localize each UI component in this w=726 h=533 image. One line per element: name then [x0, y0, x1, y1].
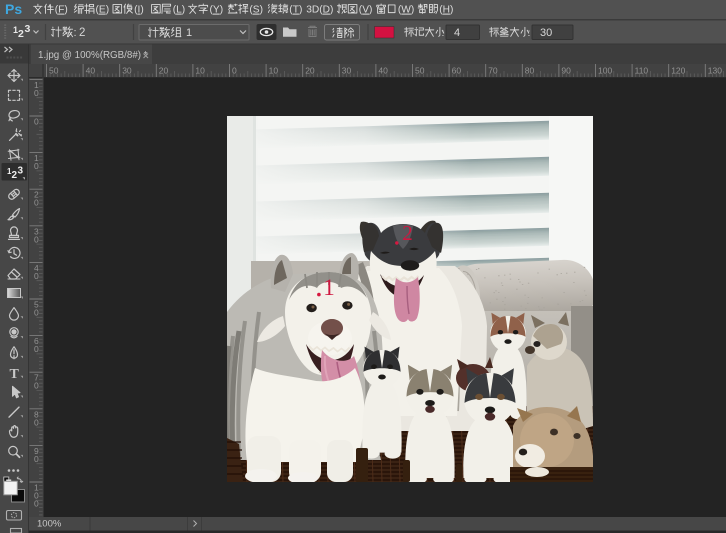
svg-text:0: 0 — [34, 344, 39, 354]
svg-text:4: 4 — [454, 27, 460, 39]
svg-text:100: 100 — [598, 66, 612, 76]
svg-text:2: 2 — [18, 28, 24, 40]
svg-text:0: 0 — [34, 117, 39, 127]
svg-text:2: 2 — [402, 221, 413, 245]
svg-text:0: 0 — [34, 161, 39, 171]
svg-text:30: 30 — [540, 27, 552, 39]
svg-text:30: 30 — [342, 66, 352, 76]
svg-text:(H): (H) — [439, 5, 453, 16]
svg-text:0: 0 — [34, 308, 39, 318]
svg-text:0: 0 — [34, 417, 39, 427]
svg-text:30: 30 — [122, 66, 132, 76]
svg-text:3: 3 — [18, 166, 24, 177]
svg-text:10: 10 — [269, 66, 279, 76]
svg-text:120: 120 — [671, 66, 685, 76]
svg-text:110: 110 — [635, 66, 649, 76]
svg-text:50: 50 — [49, 66, 59, 76]
svg-text:(Y): (Y) — [210, 5, 224, 16]
svg-text:0: 0 — [34, 271, 39, 281]
svg-text:0: 0 — [34, 381, 39, 391]
svg-text:130: 130 — [708, 66, 722, 76]
svg-text:(W): (W) — [398, 5, 414, 16]
svg-text:100%: 100% — [37, 519, 62, 530]
svg-text:3D(D): 3D(D) — [306, 5, 333, 16]
svg-text:20: 20 — [305, 66, 315, 76]
svg-text:(V): (V) — [359, 5, 373, 16]
svg-text:20: 20 — [159, 66, 169, 76]
svg-text::: : — [442, 27, 445, 39]
svg-text:40: 40 — [86, 66, 96, 76]
svg-text:T: T — [10, 367, 20, 382]
svg-text:1: 1 — [323, 275, 335, 300]
svg-text:0: 0 — [34, 234, 39, 244]
svg-text:(E): (E) — [96, 5, 110, 16]
svg-text:60: 60 — [452, 66, 462, 76]
svg-text:0: 0 — [34, 198, 39, 208]
svg-text:(I): (I) — [134, 5, 144, 16]
svg-text:90: 90 — [561, 66, 571, 76]
svg-text:Ps: Ps — [5, 1, 22, 17]
svg-text:0: 0 — [34, 454, 39, 464]
svg-text:0: 0 — [34, 499, 39, 509]
svg-text::: : — [528, 27, 531, 39]
svg-text:3: 3 — [25, 23, 31, 35]
svg-text:70: 70 — [488, 66, 498, 76]
svg-text:40: 40 — [378, 66, 388, 76]
svg-text:(L): (L) — [173, 5, 185, 16]
svg-text:1: 1 — [186, 27, 192, 39]
svg-text:1.jpg @ 100%(RGB/8#) *: 1.jpg @ 100%(RGB/8#) * — [38, 50, 148, 61]
svg-text:10: 10 — [195, 66, 205, 76]
svg-text:0: 0 — [34, 88, 39, 98]
svg-text:(T): (T) — [289, 5, 302, 16]
svg-text:50: 50 — [415, 66, 425, 76]
svg-text:0: 0 — [232, 66, 237, 76]
svg-text::: : — [74, 27, 77, 39]
svg-text:80: 80 — [525, 66, 535, 76]
svg-text:(S): (S) — [249, 5, 263, 16]
svg-text:(F): (F) — [55, 5, 68, 16]
svg-text:2: 2 — [79, 27, 85, 39]
